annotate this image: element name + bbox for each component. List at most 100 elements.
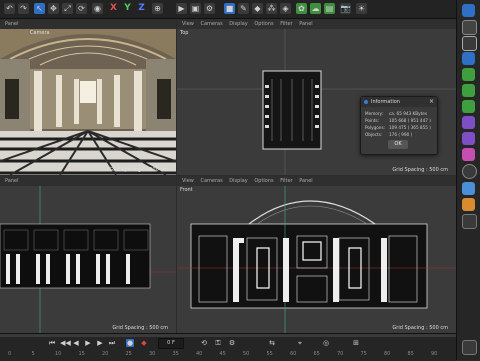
layer-icon[interactable] [462,182,475,195]
select-icon[interactable]: ↖ [34,3,45,14]
subdivision-icon[interactable]: ◆ [252,3,263,14]
frame-field[interactable]: 0 F [158,338,184,349]
menu-options[interactable]: Options [254,178,273,184]
timeline-tick: 30 [149,351,156,357]
snap-icon[interactable]: ⌖ [296,339,304,347]
camera-icon[interactable]: 📷 [340,3,351,14]
light-icon[interactable]: ☀ [356,3,367,14]
pen-icon[interactable]: ✎ [238,3,249,14]
floor-icon[interactable]: ▤ [324,3,335,14]
object-icon[interactable]: ◉ [92,3,103,14]
row-label: Points: [365,118,379,123]
motion-icon[interactable]: ⇆ [268,339,276,347]
prev-key-icon[interactable]: ◀◀ [60,339,71,347]
sphere-icon[interactable] [462,4,475,17]
sky-icon[interactable]: ☁ [310,3,321,14]
step-forward-icon[interactable]: ▶ [96,339,104,347]
timeline-tick: 35 [172,351,179,357]
gear-icon[interactable]: ⚙ [228,339,236,347]
perspective-render [0,19,176,175]
go-to-start-icon[interactable]: ⏮ [48,339,56,347]
undo-icon[interactable]: ↶ [4,3,15,14]
play-icon[interactable]: ▶ [84,339,92,347]
brush-icon[interactable] [462,148,475,161]
menu-panel[interactable]: Panel [299,178,313,184]
rotate-icon[interactable]: ⟳ [76,3,87,14]
cube-icon[interactable] [462,20,477,35]
panel-menu[interactable]: Panel [5,178,19,184]
step-back-icon[interactable]: ◀ [72,339,80,347]
render-settings-icon[interactable]: ⚙ [204,3,215,14]
axis-x-toggle[interactable]: X [108,3,119,14]
axis-z-toggle[interactable]: Z [136,3,147,14]
timeline-tick: 60 [290,351,297,357]
move-icon[interactable]: ✥ [48,3,59,14]
param-icon[interactable]: ⊞ [352,339,360,347]
render-view-icon[interactable]: ▶ [176,3,187,14]
key-icon[interactable]: ◆ [140,339,148,347]
timeline-tick: 55 [266,351,273,357]
menu-cameras[interactable]: Cameras [200,21,222,27]
keyframe-filter-icon[interactable]: ⚿ [214,339,222,347]
plane-icon[interactable] [462,36,477,51]
grid-icon[interactable] [462,214,477,229]
menu-display[interactable]: Display [229,178,247,184]
viewport-menu: Panel [0,19,176,29]
row-label: Objects: [365,132,383,137]
timeline-tick: 15 [78,351,85,357]
grid-spacing-label: Grid Spacing : 500 cm [392,325,448,331]
tree-icon[interactable] [462,68,475,81]
cube-icon[interactable]: ■ [224,3,235,14]
spline-icon[interactable] [462,116,475,129]
settings-icon[interactable] [462,340,477,355]
panel-menu[interactable]: Panel [5,21,19,27]
viewport-right[interactable]: Panel Grid Spacing : 500 cm [0,176,176,333]
grid-spacing-label: Grid Spacing : 500 cm [112,325,168,331]
timeline-tick: 10 [55,351,62,357]
row-label: Memory: [365,111,384,116]
scale-icon[interactable]: ⤢ [62,3,73,14]
redo-icon[interactable]: ↷ [18,3,29,14]
menu-filter[interactable]: Filter [280,21,292,27]
cloner-icon[interactable]: ⁂ [266,3,277,14]
row-label: Polygons: [365,125,386,130]
timeline-tick: 5 [31,351,35,357]
row-value: ca. 65 943 KBytes [389,111,428,116]
timeline-tick: 50 [243,351,250,357]
cylinder-icon[interactable] [462,52,475,65]
menu-view[interactable]: View [182,21,194,27]
material-icon[interactable] [462,198,475,211]
ok-button[interactable]: OK [388,140,408,149]
render-icon[interactable]: ▣ [190,3,201,14]
timeline-tick: 40 [196,351,203,357]
menu-options[interactable]: Options [254,21,273,27]
environment-icon[interactable]: ✿ [296,3,307,14]
menu-display[interactable]: Display [229,21,247,27]
timeline-tick: 20 [102,351,109,357]
globe-icon[interactable] [462,164,477,179]
menu-cameras[interactable]: Cameras [200,178,222,184]
onion-icon[interactable]: ◎ [322,339,330,347]
grid-spacing-label: Grid Spacing : 5000 cm [109,167,168,173]
axis-y-toggle[interactable]: Y [122,3,133,14]
figure-icon[interactable] [462,84,475,97]
loop-icon[interactable]: ⟲ [200,339,208,347]
pen-icon[interactable] [462,132,475,145]
timeline-tick: 0 [8,351,12,357]
menu-panel[interactable]: Panel [299,21,313,27]
right-palette [456,0,480,360]
viewport-menu: View Cameras Display Options Filter Pane… [177,176,456,186]
record-icon[interactable]: ● [126,339,134,347]
instance-icon[interactable] [462,100,475,113]
viewport-front[interactable]: View Cameras Display Options Filter Pane… [177,176,456,333]
info-icon [364,100,368,104]
menu-filter[interactable]: Filter [280,178,292,184]
grid-spacing-label: Grid Spacing : 500 cm [392,167,448,173]
close-icon[interactable]: × [429,97,434,107]
timeline-scrubber[interactable] [0,334,456,337]
world-icon[interactable]: ⊕ [152,3,163,14]
go-to-end-icon[interactable]: ⏭ [108,339,116,347]
menu-view[interactable]: View [182,178,194,184]
viewport-perspective[interactable]: Panel Camera Grid Spacing : 5000 cm [0,19,176,175]
deformer-icon[interactable]: ◈ [280,3,291,14]
